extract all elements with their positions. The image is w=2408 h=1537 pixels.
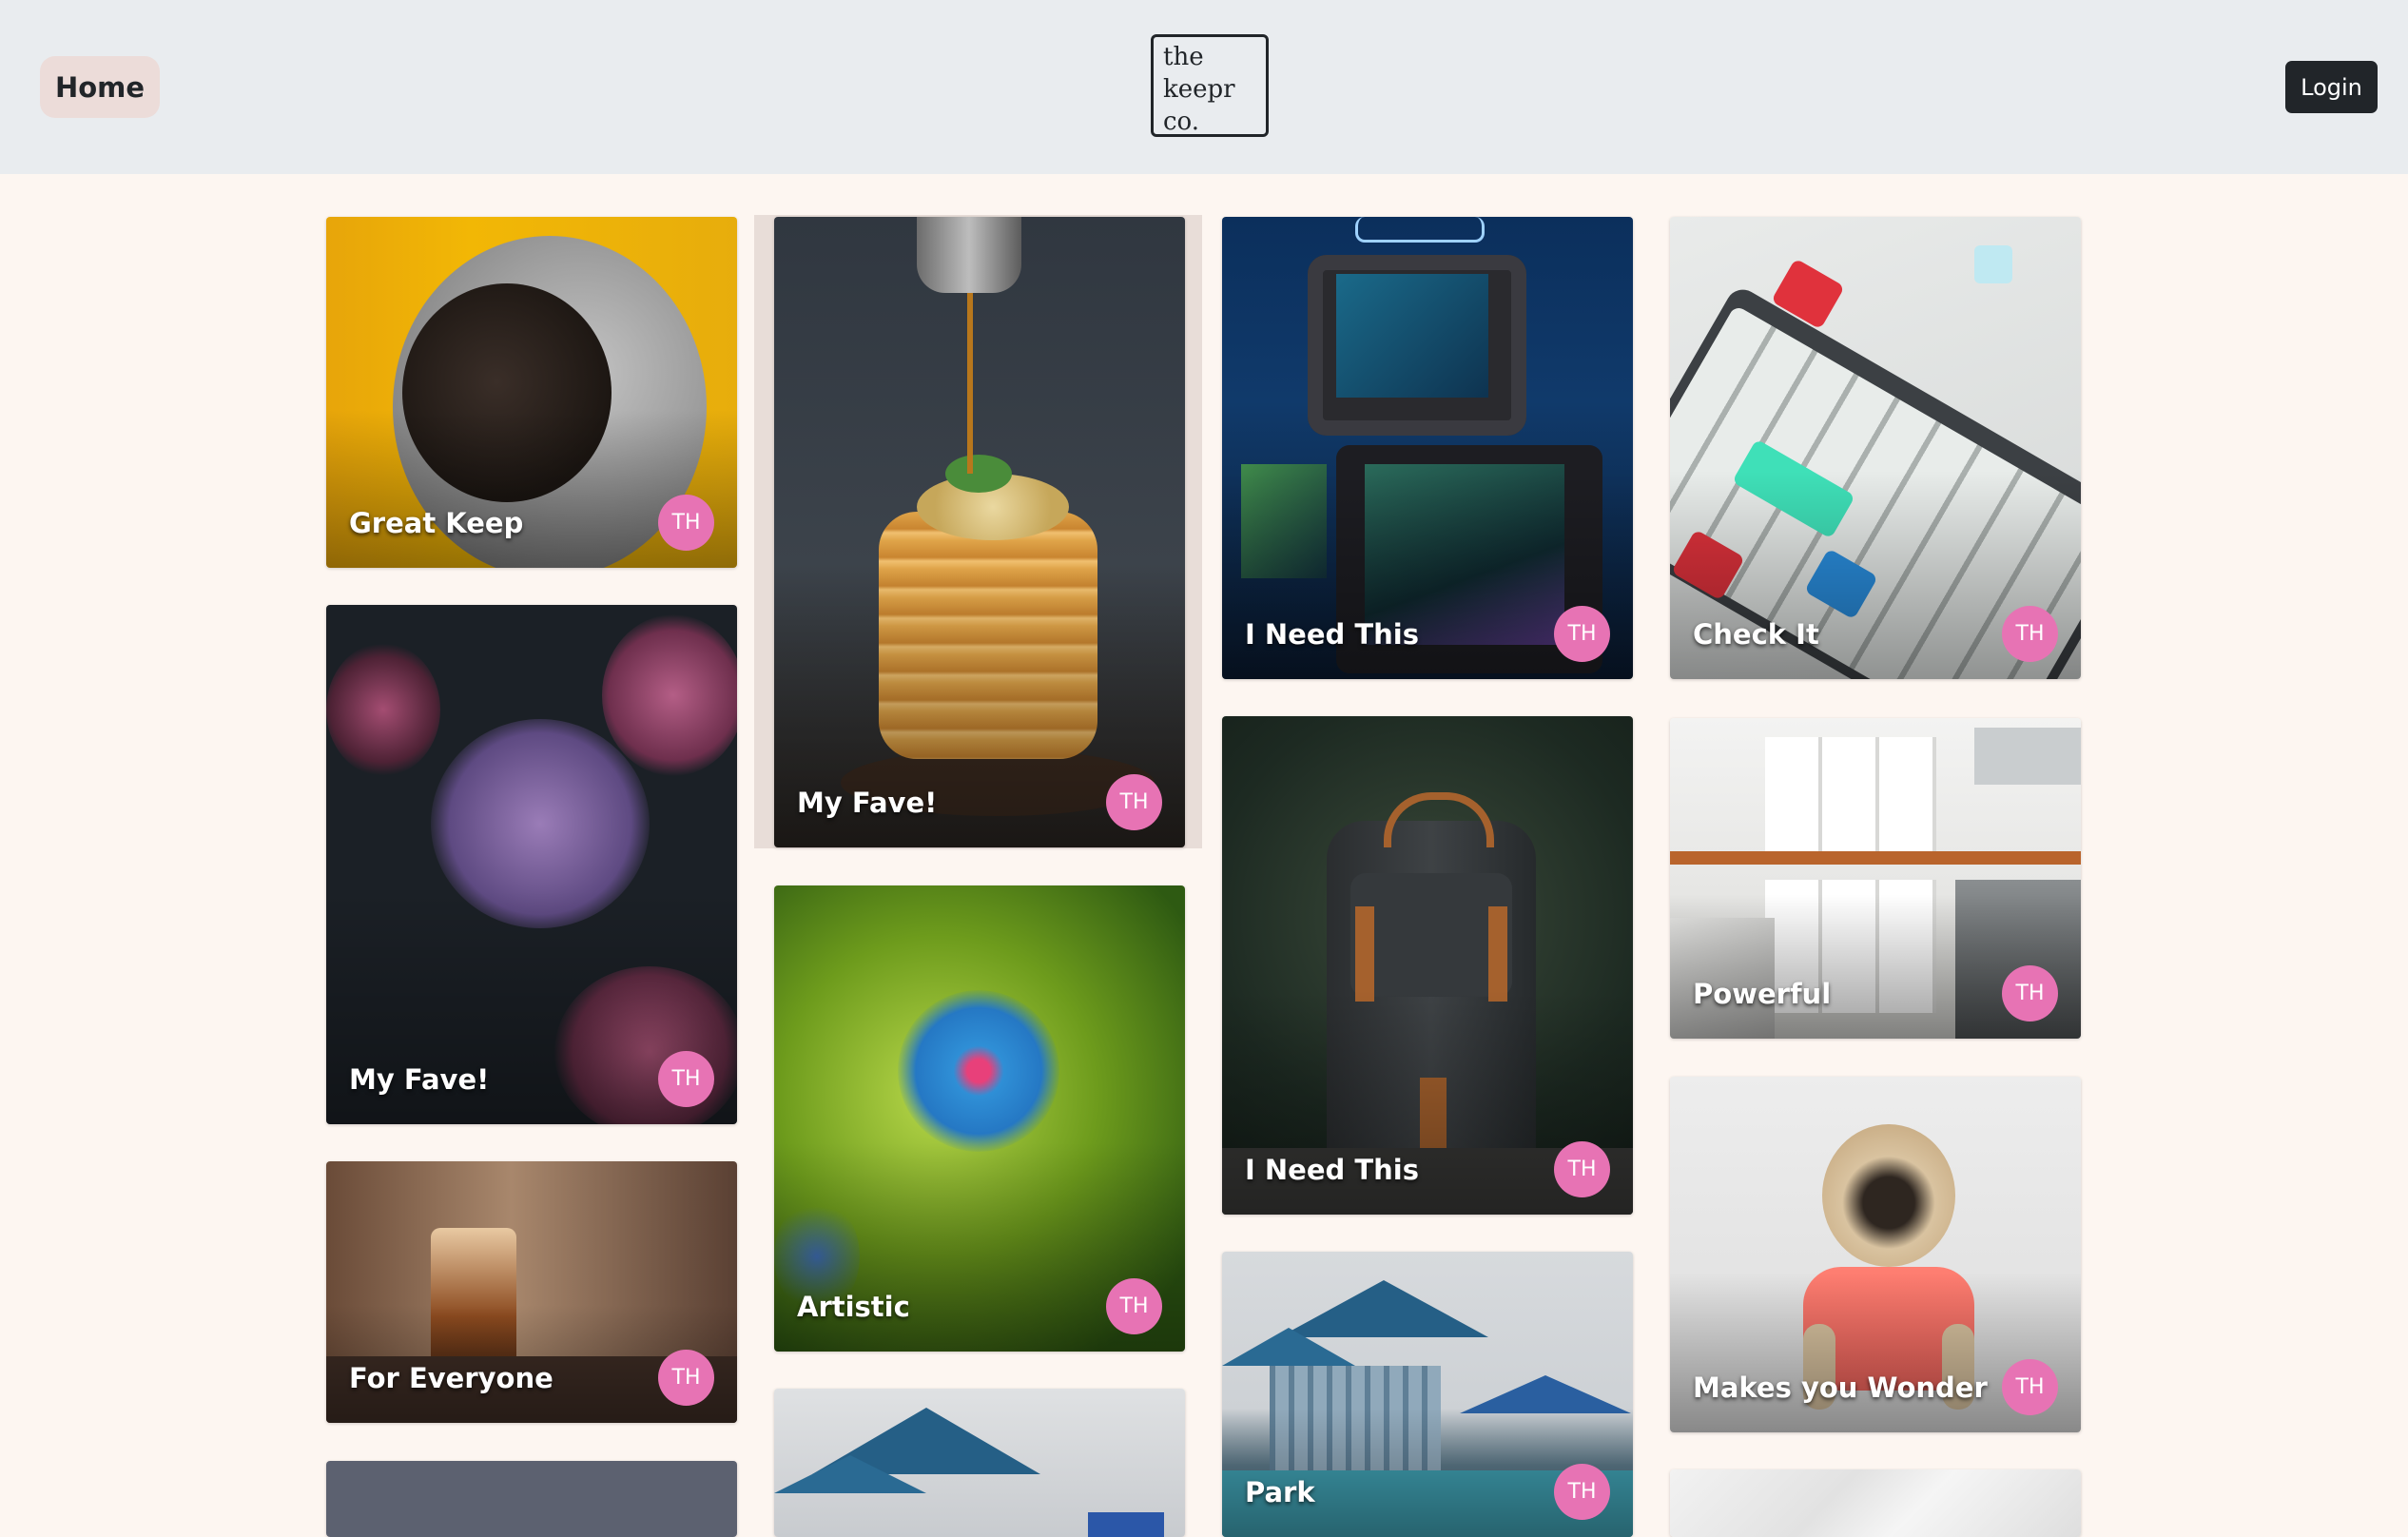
creator-avatar[interactable]: TH — [1554, 1464, 1610, 1520]
logo-line-2: keepr — [1163, 75, 1235, 104]
keep-image-marble — [1670, 1469, 2081, 1537]
keep-card[interactable]: Great Keep TH — [326, 217, 737, 568]
logo[interactable]: the keepr co. — [1151, 34, 1269, 137]
keep-image-playground-canopies — [774, 1389, 1185, 1537]
keep-image-grey-pattern — [326, 1461, 737, 1537]
navbar: Home the keepr co. Login — [0, 0, 2408, 174]
keep-card[interactable] — [774, 1389, 1185, 1537]
keep-title: Park — [1245, 1476, 1315, 1508]
keep-card[interactable]: My Fave! TH — [326, 605, 737, 1124]
keep-card[interactable]: Powerful TH — [1670, 718, 2081, 1039]
keep-card[interactable]: Check It TH — [1670, 217, 2081, 679]
keep-title: Powerful — [1693, 978, 1832, 1010]
keep-card[interactable]: Makes you Wonder TH — [1670, 1077, 2081, 1432]
keep-card[interactable]: My Fave! TH — [774, 217, 1185, 847]
keep-title: My Fave! — [349, 1063, 490, 1096]
creator-avatar[interactable]: TH — [2002, 965, 2058, 1021]
creator-avatar[interactable]: TH — [1106, 1278, 1162, 1334]
creator-avatar[interactable]: TH — [1554, 1141, 1610, 1197]
creator-avatar[interactable]: TH — [1554, 606, 1610, 662]
keep-card[interactable]: I Need This TH — [1222, 217, 1633, 679]
keep-card[interactable]: I Need This TH — [1222, 716, 1633, 1215]
keep-title: Artistic — [797, 1291, 910, 1323]
keep-card[interactable]: Park TH — [1222, 1252, 1633, 1537]
creator-avatar[interactable]: TH — [658, 1051, 714, 1107]
keep-card[interactable]: For Everyone TH — [326, 1161, 737, 1423]
keep-title: My Fave! — [797, 787, 938, 819]
creator-avatar[interactable]: TH — [658, 1350, 714, 1406]
logo-line-3: co. — [1163, 107, 1200, 136]
home-button[interactable]: Home — [40, 56, 160, 118]
keep-title: For Everyone — [349, 1362, 553, 1394]
creator-avatar[interactable]: TH — [658, 495, 714, 551]
keep-title: Great Keep — [349, 507, 524, 539]
creator-avatar[interactable]: TH — [2002, 606, 2058, 662]
creator-avatar[interactable]: TH — [2002, 1359, 2058, 1415]
keep-title: Check It — [1693, 618, 1819, 651]
login-button[interactable]: Login — [2285, 61, 2378, 113]
keep-title: I Need This — [1245, 618, 1419, 651]
keep-card[interactable] — [326, 1461, 737, 1537]
keep-title: Makes you Wonder — [1693, 1372, 1988, 1404]
keep-title: I Need This — [1245, 1154, 1419, 1186]
logo-line-1: the — [1163, 43, 1204, 71]
keep-card[interactable] — [1670, 1469, 2081, 1537]
creator-avatar[interactable]: TH — [1106, 774, 1162, 830]
keep-card[interactable]: Artistic TH — [774, 885, 1185, 1352]
